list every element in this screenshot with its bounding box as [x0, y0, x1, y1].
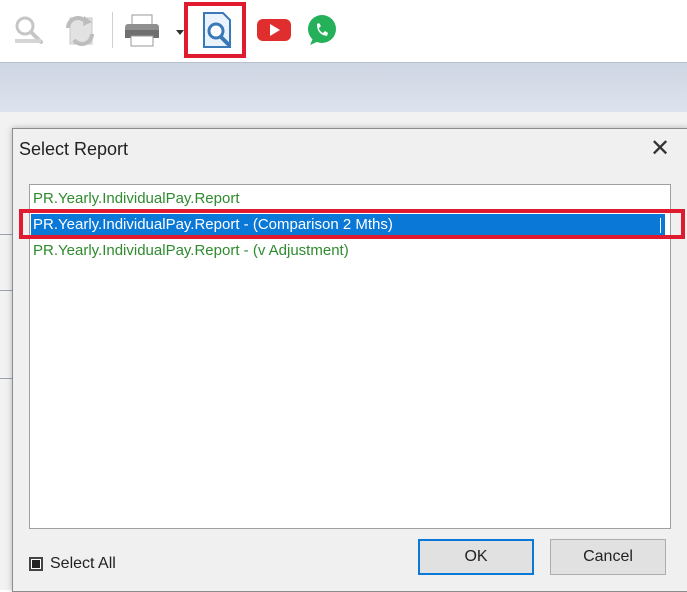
checkbox-indeterminate-mark: [32, 560, 40, 568]
ok-button[interactable]: OK: [418, 539, 534, 575]
chevron-down-icon[interactable]: [176, 30, 184, 35]
dialog-title: Select Report: [19, 139, 129, 159]
app-header-band: [0, 62, 687, 113]
selected-item-highlight: [19, 209, 685, 239]
whatsapp-icon[interactable]: [300, 8, 344, 52]
list-item[interactable]: PR.Yearly.IndividualPay.Report: [31, 188, 663, 210]
select-all-label: Select All: [50, 555, 116, 572]
background-line: [0, 290, 12, 291]
toolbar-separator: [112, 12, 113, 48]
select-report-dialog: Select Report ✕ PR.Yearly.IndividualPay.…: [12, 128, 687, 592]
cancel-button[interactable]: Cancel: [550, 539, 666, 575]
printer-icon[interactable]: [120, 8, 164, 52]
refresh-icon[interactable]: [58, 8, 102, 52]
checkbox[interactable]: [29, 557, 43, 571]
search-icon[interactable]: [6, 8, 50, 52]
print-preview-highlight: [184, 2, 246, 58]
close-icon[interactable]: ✕: [648, 137, 672, 161]
toolbar: [0, 0, 687, 62]
youtube-icon[interactable]: [252, 8, 296, 52]
select-all-checkbox[interactable]: Select All: [29, 555, 116, 573]
background-line: [0, 234, 12, 235]
list-item[interactable]: PR.Yearly.IndividualPay.Report - (v Adju…: [31, 240, 663, 262]
background-line: [0, 378, 12, 379]
